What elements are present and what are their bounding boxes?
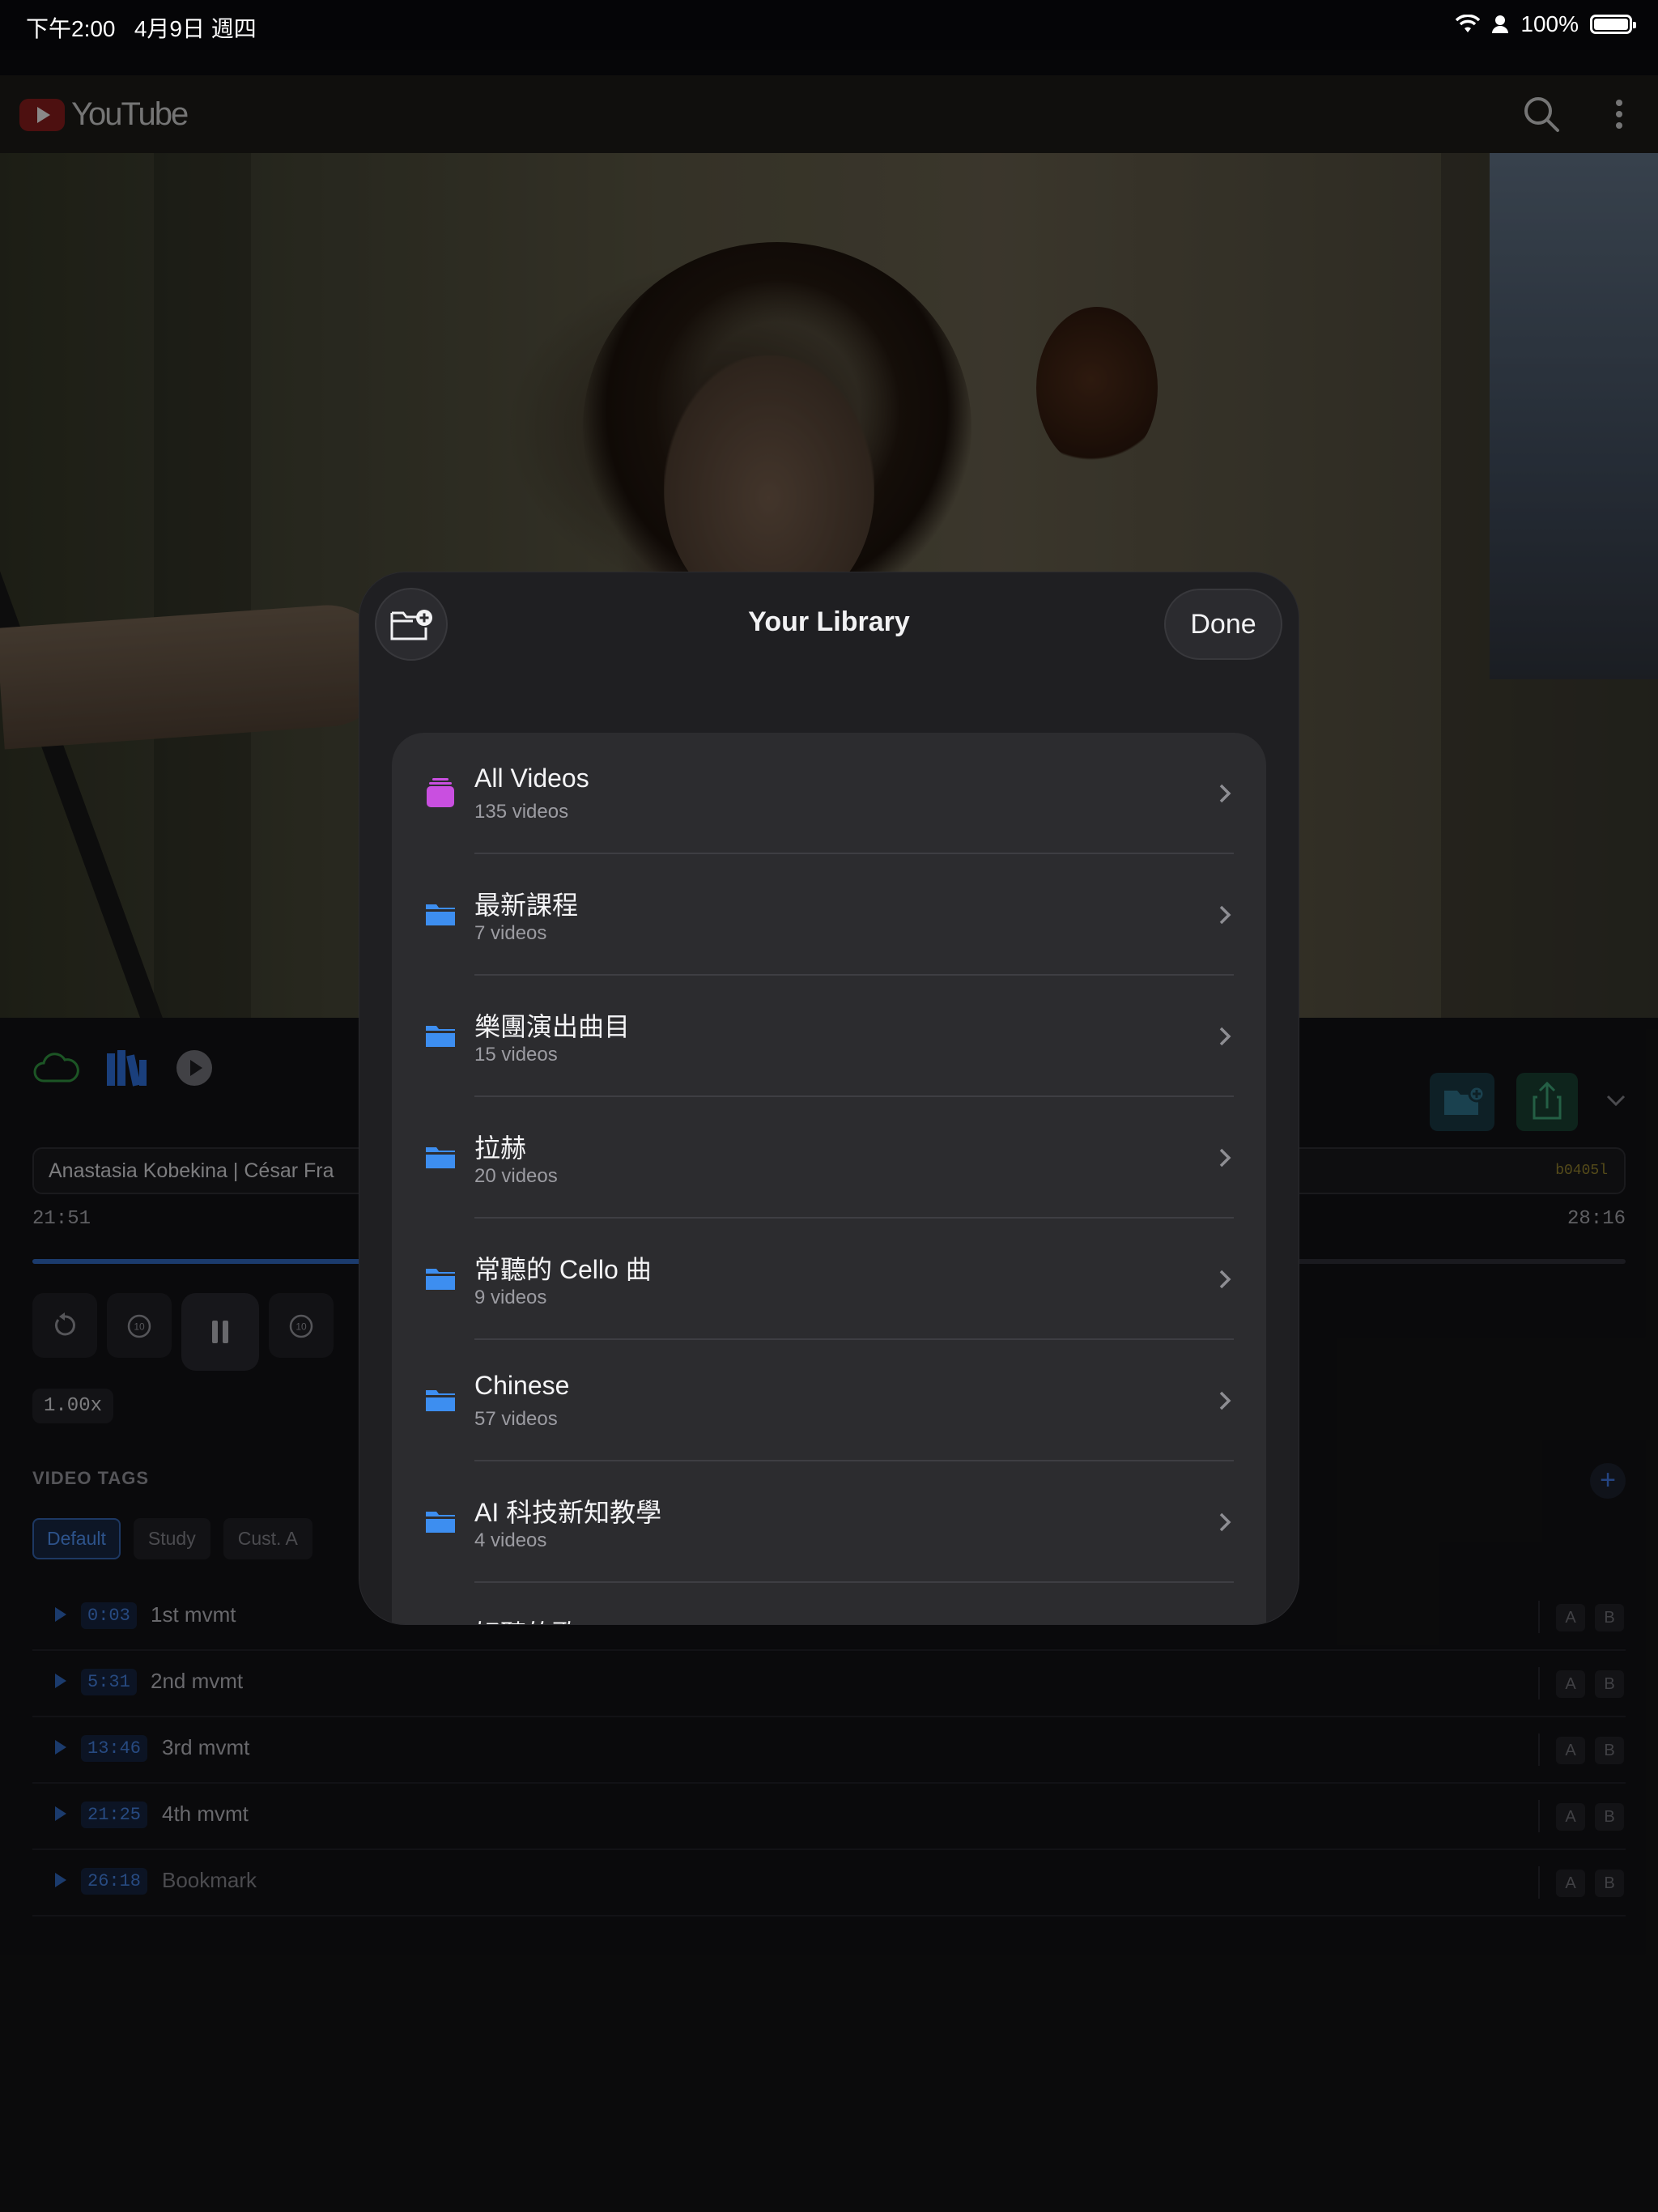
library-item-folder[interactable]: 拉赫 20 videos xyxy=(392,1097,1266,1219)
stack-icon xyxy=(427,778,454,807)
status-indicators: 100% xyxy=(1456,11,1636,37)
item-count: 57 videos xyxy=(474,1408,558,1430)
folder-icon xyxy=(426,1269,455,1290)
library-item-all-videos[interactable]: All Videos 135 videos xyxy=(392,733,1266,854)
status-bar: 下午2:00 4月9日 週四 100% xyxy=(0,0,1658,50)
library-list: All Videos 135 videos 最新課程 7 videos 樂團演出… xyxy=(392,733,1266,1624)
item-title: 拉赫 xyxy=(474,1134,527,1163)
library-modal: Your Library Done All Videos 135 videos … xyxy=(359,572,1299,1624)
item-count: 7 videos xyxy=(474,922,547,944)
person-icon xyxy=(1492,15,1509,33)
library-item-folder[interactable]: 好聽的歌 xyxy=(392,1583,1266,1624)
chevron-right-icon xyxy=(1219,1512,1231,1532)
item-title: 樂團演出曲目 xyxy=(474,1012,631,1041)
item-title: 好聽的歌 xyxy=(474,1614,578,1624)
wifi-icon xyxy=(1456,15,1481,32)
item-count: 20 videos xyxy=(474,1165,558,1187)
library-item-folder[interactable]: 樂團演出曲目 15 videos xyxy=(392,976,1266,1097)
battery-icon xyxy=(1590,15,1636,34)
item-title: AI 科技新知教學 xyxy=(474,1498,662,1527)
item-title: Chinese xyxy=(474,1371,570,1400)
item-title: 常聽的 Cello 曲 xyxy=(474,1255,652,1284)
chevron-right-icon xyxy=(1219,905,1231,925)
library-item-folder[interactable]: 常聽的 Cello 曲 9 videos xyxy=(392,1219,1266,1340)
chevron-right-icon xyxy=(1219,784,1231,803)
folder-icon xyxy=(426,904,455,925)
done-button[interactable]: Done xyxy=(1164,589,1282,660)
status-time: 下午2:00 4月9日 週四 xyxy=(26,16,257,41)
folder-icon xyxy=(426,1026,455,1047)
chevron-right-icon xyxy=(1219,1270,1231,1289)
modal-title: Your Library xyxy=(748,606,910,637)
item-count: 15 videos xyxy=(474,1044,558,1066)
item-count: 135 videos xyxy=(474,801,569,823)
chevron-right-icon xyxy=(1219,1027,1231,1046)
chevron-right-icon xyxy=(1219,1148,1231,1168)
folder-icon xyxy=(426,1147,455,1168)
battery-percent: 100% xyxy=(1520,11,1579,36)
library-item-folder[interactable]: 最新課程 7 videos xyxy=(392,854,1266,976)
library-item-folder[interactable]: AI 科技新知教學 4 videos xyxy=(392,1461,1266,1583)
folder-icon xyxy=(426,1390,455,1411)
chevron-right-icon xyxy=(1219,1391,1231,1410)
item-title: All Videos xyxy=(474,764,589,793)
folder-icon xyxy=(426,1512,455,1533)
item-count: 9 videos xyxy=(474,1287,547,1308)
library-item-folder[interactable]: Chinese 57 videos xyxy=(392,1340,1266,1461)
item-count: 4 videos xyxy=(474,1529,547,1551)
item-title: 最新課程 xyxy=(474,891,579,920)
